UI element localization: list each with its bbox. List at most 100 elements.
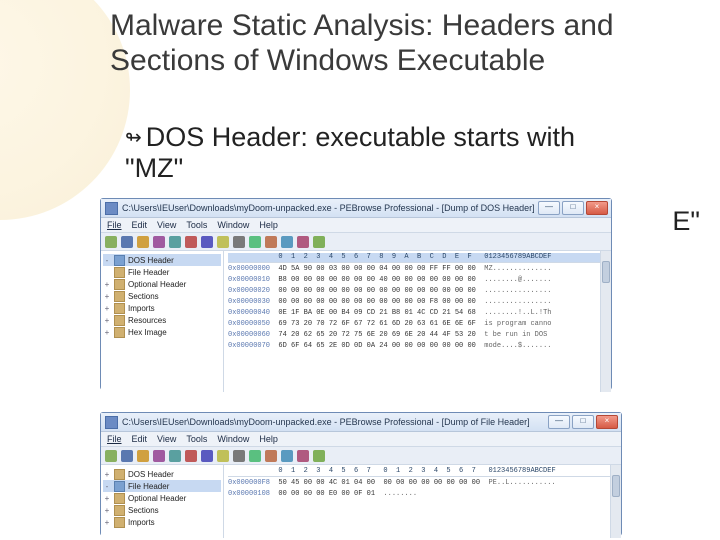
toolbar-icon[interactable] — [233, 236, 245, 248]
tree-expander-icon[interactable]: + — [103, 518, 111, 527]
slide-title: Malware Static Analysis: Headers and Sec… — [110, 8, 670, 79]
hex-row[interactable]: 0x00000060 74 20 62 65 20 72 75 6E 20 69… — [228, 330, 607, 341]
toolbar-icon[interactable] — [281, 450, 293, 462]
tree-item[interactable]: +Sections — [103, 504, 221, 516]
hex-row[interactable]: 0x00000020 00 00 00 00 00 00 00 00 00 00… — [228, 286, 607, 297]
tree-expander-icon[interactable]: + — [103, 280, 111, 289]
hex-address: 0x00000108 — [228, 490, 278, 498]
tree-item[interactable]: +Optional Header — [103, 492, 221, 504]
tree-item[interactable]: +Imports — [103, 302, 221, 314]
maximize-button[interactable]: □ — [562, 201, 584, 215]
tree-item-label: Hex Image — [128, 328, 167, 337]
hex-ascii: MZ.............. — [484, 265, 551, 273]
toolbar-icon[interactable] — [137, 450, 149, 462]
toolbar-icon[interactable] — [217, 450, 229, 462]
hex-ascii: ................ — [484, 298, 551, 306]
tree-item-label: Resources — [128, 316, 166, 325]
toolbar-icon[interactable] — [137, 236, 149, 248]
hex-row[interactable]: 0x00000050 69 73 20 70 72 6F 67 72 61 6D… — [228, 319, 607, 330]
toolbar-icon[interactable] — [169, 450, 181, 462]
menu-tools[interactable]: Tools — [186, 220, 207, 230]
toolbar-icon[interactable] — [281, 236, 293, 248]
tree-expander-icon[interactable]: + — [103, 470, 111, 479]
tree-pane: +DOS Header-File Header+Optional Header+… — [101, 465, 224, 538]
toolbar-icon[interactable] — [201, 236, 213, 248]
toolbar-icon[interactable] — [185, 236, 197, 248]
hex-row[interactable]: 0x00000000 4D 5A 90 00 03 00 00 00 04 00… — [228, 264, 607, 275]
tree-expander-icon[interactable]: + — [103, 494, 111, 503]
menu-view[interactable]: View — [157, 220, 176, 230]
tree-item[interactable]: -DOS Header — [103, 254, 221, 266]
toolbar-icon[interactable] — [121, 236, 133, 248]
menu-window[interactable]: Window — [217, 220, 249, 230]
menu-edit[interactable]: Edit — [132, 434, 148, 444]
minimize-button[interactable]: — — [538, 201, 560, 215]
hex-row[interactable]: 0x00000010 B8 00 00 00 00 00 00 00 40 00… — [228, 275, 607, 286]
tree-expander-icon[interactable]: + — [103, 304, 111, 313]
tree-expander-icon[interactable]: - — [103, 256, 111, 265]
toolbar-icon[interactable] — [121, 450, 133, 462]
hex-row[interactable]: 0x00000040 0E 1F BA 0E 00 B4 09 CD 21 B8… — [228, 308, 607, 319]
toolbar-icon[interactable] — [169, 236, 181, 248]
tree-item[interactable]: + Resources — [103, 314, 221, 326]
close-button[interactable]: × — [596, 415, 618, 429]
toolbar-icon[interactable] — [265, 450, 277, 462]
tree-item[interactable]: +Optional Header — [103, 278, 221, 290]
toolbar-icon[interactable] — [105, 236, 117, 248]
toolbar-icon[interactable] — [313, 236, 325, 248]
titlebar[interactable]: C:\Users\IEUser\Downloads\myDoom-unpacke… — [101, 199, 611, 218]
toolbar-icon[interactable] — [297, 450, 309, 462]
minimize-button[interactable]: — — [548, 415, 570, 429]
app-icon — [105, 202, 118, 215]
hex-ascii: ........@....... — [484, 276, 551, 284]
tree-item[interactable]: -File Header — [103, 480, 221, 492]
titlebar[interactable]: C:\Users\IEUser\Downloads\myDoom-unpacke… — [101, 413, 621, 432]
tree-expander-icon[interactable]: + — [103, 292, 111, 301]
menu-help[interactable]: Help — [259, 434, 278, 444]
menu-file[interactable]: File — [107, 434, 122, 444]
toolbar-icon[interactable] — [249, 236, 261, 248]
scrollbar[interactable] — [600, 251, 611, 392]
tree-node-icon — [114, 493, 125, 504]
toolbar-icon[interactable] — [233, 450, 245, 462]
menu-view[interactable]: View — [157, 434, 176, 444]
hex-ascii: t be run in DOS — [484, 331, 551, 339]
tree-item[interactable]: + Hex Image — [103, 326, 221, 338]
menu-file[interactable]: File — [107, 220, 122, 230]
hex-row[interactable]: 0x00000030 00 00 00 00 00 00 00 00 00 00… — [228, 297, 607, 308]
hex-row[interactable]: 0x00000070 6D 6F 64 65 2E 0D 0D 0A 24 00… — [228, 341, 607, 352]
hex-ascii: ........!..L.!Th — [484, 309, 551, 317]
toolbar-icon[interactable] — [105, 450, 117, 462]
menu-help[interactable]: Help — [259, 220, 278, 230]
toolbar-icon[interactable] — [153, 450, 165, 462]
tree-item[interactable]: File Header — [103, 266, 221, 278]
tree-expander-icon[interactable]: + — [103, 316, 111, 325]
tree-expander-icon[interactable]: + — [103, 328, 111, 337]
toolbar-icon[interactable] — [153, 236, 165, 248]
toolbar-icon[interactable] — [217, 236, 229, 248]
hex-address: 0x00000070 — [228, 342, 278, 350]
hex-row[interactable]: 0x000000F8 50 45 00 00 4C 01 04 00 00 00… — [228, 478, 617, 489]
hex-ascii: PE..L........... — [488, 479, 555, 487]
maximize-button[interactable]: □ — [572, 415, 594, 429]
tree-item[interactable]: +Imports — [103, 516, 221, 528]
scrollbar[interactable] — [610, 465, 621, 538]
toolbar-icon[interactable] — [313, 450, 325, 462]
tree-item[interactable]: +Sections — [103, 290, 221, 302]
toolbar-icon[interactable] — [297, 236, 309, 248]
tree-expander-icon[interactable]: + — [103, 506, 111, 515]
menu-edit[interactable]: Edit — [132, 220, 148, 230]
toolbar-icon[interactable] — [249, 450, 261, 462]
close-button[interactable]: × — [586, 201, 608, 215]
toolbar-icon[interactable] — [265, 236, 277, 248]
tree-item[interactable]: +DOS Header — [103, 468, 221, 480]
tree-expander-icon[interactable]: - — [103, 482, 111, 491]
menu-tools[interactable]: Tools — [186, 434, 207, 444]
bullet-dos-header: ↬DOS Header: executable starts with "MZ" — [125, 122, 685, 184]
hex-row[interactable]: 0x00000108 00 00 00 00 E0 00 0F 01 .....… — [228, 489, 617, 500]
toolbar-icon[interactable] — [201, 450, 213, 462]
toolbar-icon[interactable] — [185, 450, 197, 462]
menu-window[interactable]: Window — [217, 434, 249, 444]
bullet1-text: DOS Header: executable starts with — [146, 122, 575, 152]
hex-address: 0x000000F8 — [228, 479, 278, 487]
